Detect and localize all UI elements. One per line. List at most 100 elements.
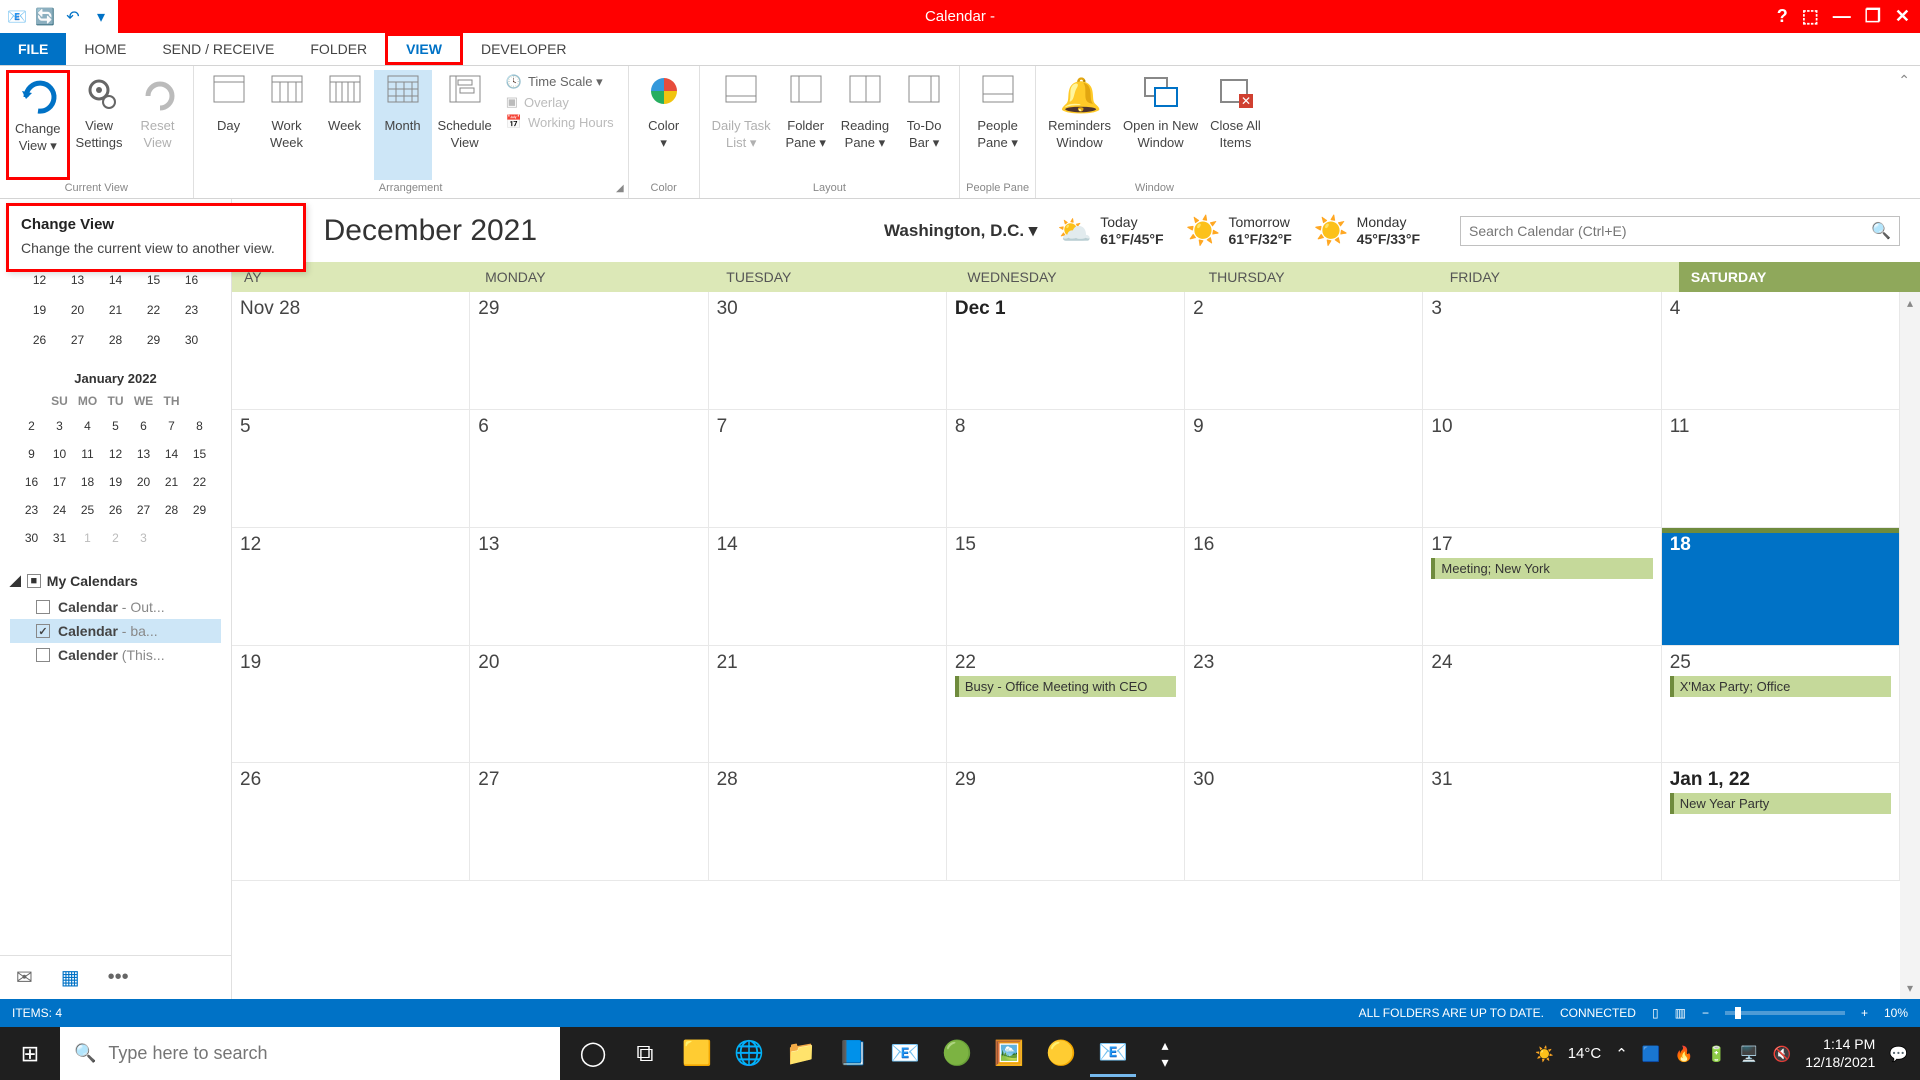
task-view-icon[interactable]: ⧉ — [622, 1031, 668, 1077]
close-all-button[interactable]: ✕Close All Items — [1204, 70, 1267, 180]
mini-cal-day[interactable]: 10 — [46, 440, 74, 468]
calendar-event[interactable]: X'Max Party; Office — [1670, 676, 1891, 697]
mini-cal-day[interactable]: 24 — [46, 496, 74, 524]
day-cell[interactable]: 19 — [232, 646, 470, 764]
tab-send-receive[interactable]: SEND / RECEIVE — [144, 33, 292, 65]
tray-weather-temp[interactable]: 14°C — [1568, 1045, 1602, 1062]
color-button[interactable]: Color ▾ — [635, 70, 693, 180]
more-nav-icon[interactable]: ••• — [108, 966, 129, 989]
day-cell[interactable]: 8 — [947, 410, 1185, 528]
send-receive-icon[interactable]: 🔄 — [34, 6, 56, 28]
day-cell[interactable]: 5 — [232, 410, 470, 528]
mini-cal-day[interactable]: 30 — [173, 325, 211, 355]
mini-cal-day[interactable]: 4 — [74, 412, 102, 440]
calendar-tree-item[interactable]: Calendar - Out... — [10, 595, 221, 619]
mini-cal-day[interactable]: 22 — [186, 468, 214, 496]
todo-bar-button[interactable]: To-Do Bar ▾ — [895, 70, 953, 180]
collapse-ribbon-icon[interactable]: ⌃ — [1898, 72, 1910, 89]
weather-day[interactable]: ⛅Today61°F/45°F — [1057, 214, 1163, 248]
mini-cal-day[interactable]: 15 — [186, 440, 214, 468]
day-cell[interactable]: 4 — [1662, 292, 1900, 410]
search-input[interactable] — [1469, 223, 1871, 239]
tab-home[interactable]: HOME — [66, 33, 144, 65]
mini-cal-day[interactable]: 27 — [59, 325, 97, 355]
calendar-event[interactable]: Meeting; New York — [1431, 558, 1652, 579]
reading-pane-button[interactable]: Reading Pane ▾ — [835, 70, 895, 180]
zoom-out-icon[interactable]: − — [1702, 1006, 1709, 1020]
calendar-tree-item[interactable]: ✓Calendar - ba... — [10, 619, 221, 643]
tray-chevron-icon[interactable]: ⌃ — [1615, 1045, 1628, 1063]
overflow-up-icon[interactable]: ▴▾ — [1142, 1031, 1188, 1077]
day-cell[interactable]: 13 — [470, 528, 708, 646]
day-cell[interactable]: 18 — [1662, 528, 1900, 646]
view-reading-icon[interactable]: ▥ — [1675, 1006, 1686, 1020]
weather-location[interactable]: Washington, D.C. ▾ — [884, 221, 1037, 241]
search-icon[interactable]: 🔍 — [1871, 221, 1891, 241]
open-new-window-button[interactable]: Open in New Window — [1117, 70, 1204, 180]
scroll-up-icon[interactable]: ▴ — [1907, 296, 1913, 310]
mini-cal-day[interactable]: 28 — [158, 496, 186, 524]
my-calendars-checkbox[interactable]: ■ — [27, 574, 41, 588]
day-cell[interactable]: 27 — [470, 763, 708, 881]
calendar-tree-item[interactable]: Calender (This... — [10, 643, 221, 667]
grid-scroll-indicator[interactable]: ▴▾ — [1900, 292, 1920, 999]
mini-cal-day[interactable]: 6 — [130, 412, 158, 440]
taskbar-search-input[interactable] — [108, 1043, 546, 1064]
mini-cal-day[interactable]: 3 — [130, 524, 158, 552]
mini-calendar-january-grid[interactable]: 2345678910111213141516171819202122232425… — [8, 412, 223, 552]
month-view-button[interactable]: Month — [374, 70, 432, 180]
sticky-notes-icon[interactable]: 🟨 — [674, 1031, 720, 1077]
tab-file[interactable]: FILE — [0, 33, 66, 65]
daily-task-list-button[interactable]: Daily Task List ▾ — [706, 70, 777, 180]
day-cell[interactable]: 15 — [947, 528, 1185, 646]
mini-cal-day[interactable]: 29 — [135, 325, 173, 355]
tray-battery-icon[interactable]: 🔋 — [1707, 1045, 1726, 1063]
tray-volume-icon[interactable]: 🔇 — [1773, 1045, 1792, 1063]
day-cell[interactable]: 10 — [1423, 410, 1661, 528]
day-cell[interactable]: 3 — [1423, 292, 1661, 410]
day-cell[interactable]: 12 — [232, 528, 470, 646]
file-explorer-icon[interactable]: 📁 — [778, 1031, 824, 1077]
calendar-checkbox[interactable]: ✓ — [36, 624, 50, 638]
day-cell[interactable]: 31 — [1423, 763, 1661, 881]
day-cell[interactable]: 17Meeting; New York — [1423, 528, 1661, 646]
taskbar-search[interactable]: 🔍 — [60, 1027, 560, 1080]
mini-cal-day[interactable]: 18 — [74, 468, 102, 496]
mini-cal-day[interactable]: 11 — [74, 440, 102, 468]
restore-icon[interactable]: ❐ — [1865, 6, 1881, 27]
tab-folder[interactable]: FOLDER — [292, 33, 385, 65]
tray-flame-icon[interactable]: 🔥 — [1674, 1045, 1693, 1063]
mini-cal-day[interactable]: 22 — [135, 295, 173, 325]
view-settings-button[interactable]: View Settings — [70, 70, 129, 180]
undo-icon[interactable]: ↶ — [62, 6, 84, 28]
outlook-taskbar-icon[interactable]: 📧 — [1090, 1031, 1136, 1077]
mini-cal-day[interactable]: 2 — [18, 412, 46, 440]
mail-nav-icon[interactable]: ✉ — [16, 965, 33, 990]
mini-cal-day[interactable]: 25 — [74, 496, 102, 524]
mini-cal-day[interactable]: 12 — [102, 440, 130, 468]
people-pane-button[interactable]: People Pane ▾ — [969, 70, 1027, 180]
arrangement-dialog-launcher[interactable]: ◢ — [616, 183, 624, 194]
mini-cal-day[interactable]: 19 — [102, 468, 130, 496]
calendar-event[interactable]: Busy - Office Meeting with CEO — [955, 676, 1176, 697]
day-cell[interactable]: 25X'Max Party; Office — [1662, 646, 1900, 764]
zoom-in-icon[interactable]: + — [1861, 1006, 1868, 1020]
tab-developer[interactable]: DEVELOPER — [463, 33, 585, 65]
mini-cal-day[interactable]: 23 — [18, 496, 46, 524]
tray-display-icon[interactable]: 🖥️ — [1740, 1045, 1759, 1063]
mini-cal-day[interactable]: 14 — [158, 440, 186, 468]
mini-cal-day[interactable]: 31 — [46, 524, 74, 552]
calendar-event[interactable]: New Year Party — [1670, 793, 1891, 814]
weather-day[interactable]: ☀️Tomorrow61°F/32°F — [1186, 214, 1292, 248]
mini-cal-day[interactable]: 29 — [186, 496, 214, 524]
mini-cal-day[interactable]: 17 — [46, 468, 74, 496]
day-cell[interactable]: 29 — [470, 292, 708, 410]
reminders-window-button[interactable]: 🔔Reminders Window — [1042, 70, 1117, 180]
overlay-button[interactable]: ▣Overlay — [506, 94, 614, 110]
working-hours-button[interactable]: 📅Working Hours — [506, 114, 614, 130]
mini-cal-day[interactable]: 30 — [18, 524, 46, 552]
mini-cal-day[interactable]: 27 — [130, 496, 158, 524]
tray-app-icon[interactable]: 🟦 — [1642, 1045, 1661, 1063]
day-cell[interactable]: 23 — [1185, 646, 1423, 764]
day-cell[interactable]: 6 — [470, 410, 708, 528]
